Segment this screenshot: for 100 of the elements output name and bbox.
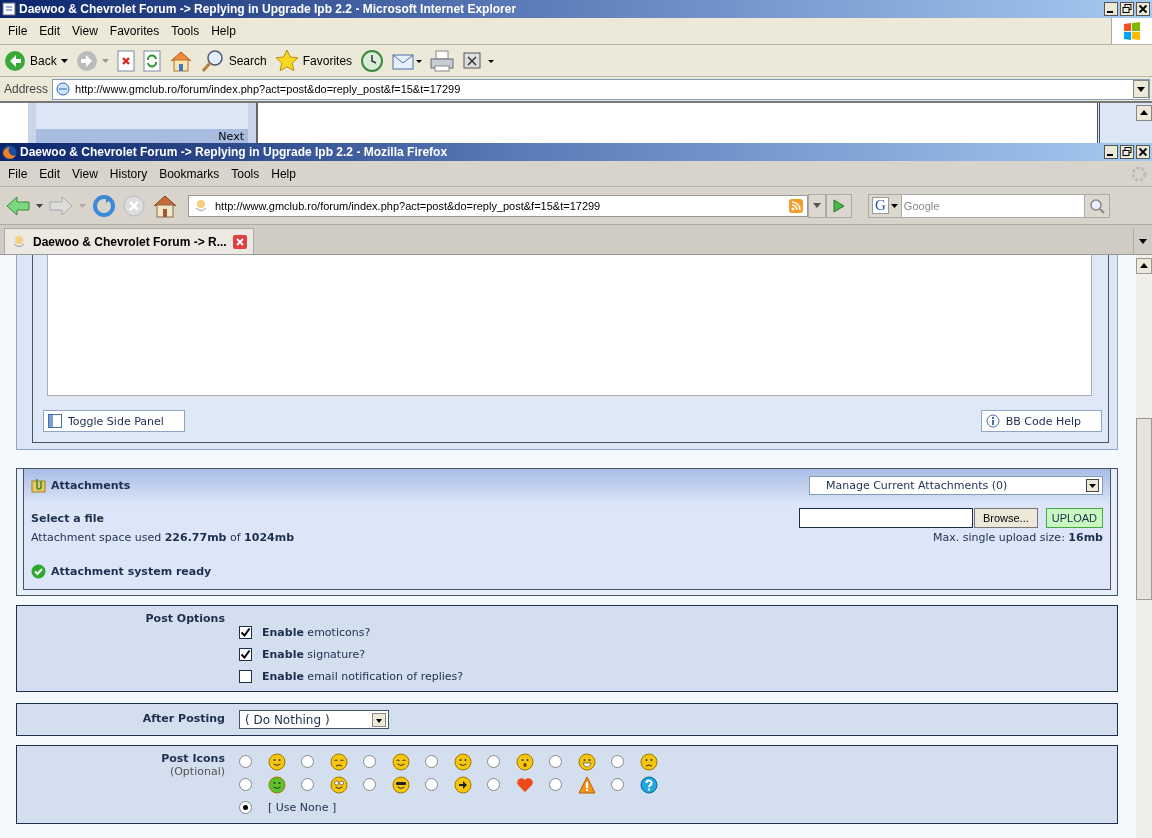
printer-icon[interactable]	[430, 49, 455, 72]
menu-item[interactable]: View	[66, 164, 104, 183]
menu-item[interactable]: File	[2, 22, 34, 40]
go-button[interactable]	[826, 193, 852, 218]
search-icon	[1089, 197, 1105, 214]
star-icon[interactable]	[274, 48, 299, 73]
dropdown-caret-icon	[890, 203, 898, 208]
browse-button[interactable]: Browse...	[973, 508, 1038, 528]
radio-button[interactable]	[425, 778, 438, 791]
checkbox[interactable]	[239, 626, 252, 639]
reload-icon[interactable]	[92, 193, 116, 218]
smiley-icon	[516, 752, 534, 771]
radio-button[interactable]	[363, 755, 376, 768]
stop-icon[interactable]	[116, 49, 135, 72]
menu-item[interactable]: History	[103, 164, 154, 183]
radio-button[interactable]	[487, 778, 500, 791]
radio-button[interactable]	[363, 778, 376, 791]
radio-button[interactable]	[239, 755, 252, 768]
search-field[interactable]: Google	[901, 193, 1084, 218]
manage-attachments-dropdown[interactable]: Manage Current Attachments (0)	[809, 475, 1103, 495]
smiley-icon	[330, 775, 348, 794]
smiley-icon	[454, 752, 472, 771]
restore-icon[interactable]	[1120, 2, 1134, 16]
section-label: Post Options	[145, 612, 225, 625]
toolbar-label[interactable]: Favorites	[302, 53, 353, 68]
smiley-icon	[392, 752, 410, 771]
editor-button[interactable]: Toggle Side Panel	[43, 410, 185, 432]
radio-label: [ Use None ]	[268, 801, 337, 814]
upload-button[interactable]: UPLOAD	[1045, 508, 1103, 528]
space-used-text: Attachment space used 226.77mb of 1024mb	[31, 531, 295, 544]
toolbar-label[interactable]: Back	[30, 53, 57, 68]
radio-button[interactable]	[611, 755, 624, 768]
clock-icon[interactable]	[360, 48, 385, 73]
editor-button[interactable]: BB Code Help	[980, 410, 1102, 432]
smiley-icon	[640, 752, 658, 771]
radio-button[interactable]	[549, 755, 562, 768]
radio-button[interactable]	[425, 755, 438, 768]
close-icon[interactable]	[1136, 145, 1150, 159]
menu-item[interactable]: View	[66, 22, 104, 40]
activity-indicator-icon	[1130, 164, 1148, 183]
close-icon[interactable]	[1136, 2, 1150, 16]
radio-button[interactable]	[549, 778, 562, 791]
section-label: Post Icons	[161, 752, 225, 765]
address-field[interactable]: http://www.gmclub.ro/forum/index.php?act=post&do=reply_post&f=15&t=17299	[52, 78, 1150, 100]
search-button[interactable]	[1084, 193, 1110, 218]
radio-button[interactable]	[239, 778, 252, 791]
firefox-globe-icon	[2, 144, 17, 160]
after-posting-dropdown[interactable]: ( Do Nothing )	[239, 710, 389, 729]
radio-button[interactable]	[487, 755, 500, 768]
menu-item[interactable]: Help	[265, 164, 302, 183]
question-icon	[640, 775, 658, 794]
window-title: Daewoo & Chevrolet Forum -> Replying in Upgrade Ipb 2.2 - Mozilla Firefox	[20, 145, 448, 159]
menu-item[interactable]: Edit	[33, 22, 67, 40]
panel-icon	[48, 414, 62, 428]
heart-icon	[516, 775, 534, 794]
menu-item[interactable]: Help	[205, 22, 242, 40]
menu-item[interactable]: Edit	[33, 164, 67, 183]
home-icon[interactable]	[152, 193, 178, 218]
minimize-icon[interactable]	[1104, 145, 1118, 159]
next-link[interactable]: Next	[218, 129, 244, 143]
address-label: Address	[3, 82, 50, 96]
toolbar-label[interactable]: Search	[228, 53, 267, 68]
checkbox[interactable]	[239, 670, 252, 683]
checkbox[interactable]	[239, 648, 252, 661]
radio-button[interactable]	[611, 778, 624, 791]
history-dropdown[interactable]	[808, 193, 826, 218]
file-path-field[interactable]	[798, 508, 973, 528]
radio-button[interactable]	[301, 778, 314, 791]
back-arrow-icon[interactable]	[6, 194, 30, 217]
menu-item[interactable]: Tools	[225, 164, 266, 183]
scroll-up-icon[interactable]	[1136, 258, 1152, 274]
close-tab-icon[interactable]	[232, 234, 247, 249]
menu-item[interactable]: Bookmarks	[153, 164, 226, 183]
minimize-icon[interactable]	[1104, 2, 1118, 16]
search-icon[interactable]	[200, 48, 225, 73]
smiley-icon	[578, 752, 596, 771]
menu-item[interactable]: Favorites	[103, 22, 166, 40]
dropdown-caret-icon	[1139, 238, 1147, 244]
refresh-icon[interactable]	[142, 49, 161, 72]
restore-icon[interactable]	[1120, 145, 1134, 159]
menu-item[interactable]: File	[2, 164, 34, 183]
dropdown-caret-icon[interactable]	[36, 203, 43, 208]
radio-button[interactable]	[301, 755, 314, 768]
scrollbar[interactable]	[1097, 103, 1152, 143]
address-field[interactable]: http://www.gmclub.ro/forum/index.php?act=post&do=reply_post&f=15&t=17299	[188, 194, 808, 217]
section-label: After Posting	[142, 712, 225, 725]
scroll-up-icon[interactable]	[1136, 105, 1152, 121]
home-icon[interactable]	[168, 49, 193, 72]
dropdown-caret-icon[interactable]	[60, 58, 68, 63]
browser-tab[interactable]: Daewoo & Chevrolet Forum -> R...	[4, 228, 254, 254]
checkbox-label: Enable email notification of replies?	[262, 670, 464, 683]
checkbox-label: Enable emoticons?	[262, 626, 371, 639]
search-engine-button[interactable]: G	[868, 193, 902, 218]
scrollbar[interactable]	[1136, 255, 1152, 838]
rss-feed-icon[interactable]	[789, 198, 803, 213]
check-circle-icon	[31, 564, 46, 579]
site-icon	[11, 233, 27, 250]
menu-item[interactable]: Tools	[165, 22, 206, 40]
scrollbar-thumb[interactable]	[1136, 418, 1152, 600]
radio-button[interactable]	[239, 801, 252, 814]
